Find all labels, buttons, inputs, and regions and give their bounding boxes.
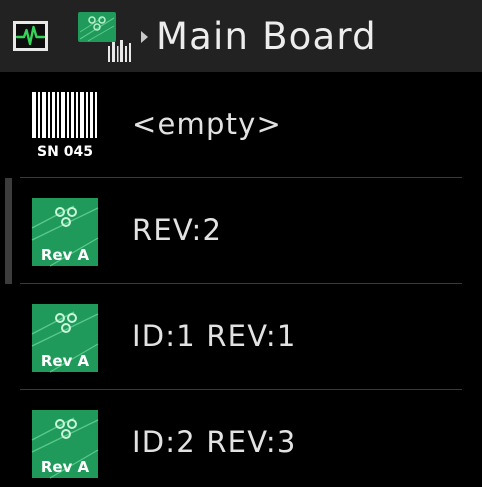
circuit-board-rev-icon: Rev A — [31, 304, 99, 373]
list-item-label: ID:1 REV:1 — [132, 319, 297, 353]
heart-monitor-icon — [13, 21, 48, 51]
board-rev-caption: Rev A — [41, 246, 90, 264]
circuit-board-rev-icon: Rev A — [31, 198, 99, 267]
board-rev-caption: Rev A — [41, 458, 90, 476]
barcode-icon: SN 045 — [32, 92, 97, 160]
scrollbar[interactable] — [5, 178, 12, 284]
list-item-label: REV:2 — [132, 213, 223, 247]
page-title: Main Board — [156, 15, 377, 58]
barcode-caption: SN 045 — [37, 144, 93, 160]
header-bar: Main Board — [0, 0, 482, 72]
device-screen: Main Board SN 045 <empty> Rev A REV:2 Re… — [0, 0, 482, 487]
list-item-label: <empty> — [132, 107, 283, 141]
list-item[interactable]: Rev A ID:2 REV:3 — [0, 390, 482, 487]
circuit-board-icon — [78, 12, 131, 62]
list-item[interactable]: Rev A ID:1 REV:1 — [0, 284, 482, 390]
board-rev-caption: Rev A — [41, 352, 90, 370]
board-list: SN 045 <empty> Rev A REV:2 Rev A ID:1 RE… — [0, 72, 482, 487]
list-item[interactable]: SN 045 <empty> — [0, 72, 482, 178]
chevron-right-icon — [141, 31, 148, 43]
list-item-label: ID:2 REV:3 — [132, 425, 297, 459]
list-item[interactable]: Rev A REV:2 — [0, 178, 482, 284]
circuit-board-rev-icon: Rev A — [31, 410, 99, 479]
